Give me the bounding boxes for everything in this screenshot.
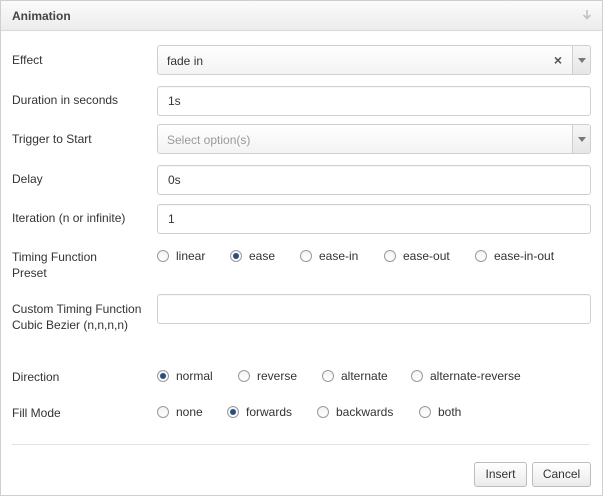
radio-label: none <box>176 405 203 419</box>
effect-select[interactable]: fade in × <box>157 45 591 75</box>
radio-dot <box>475 250 487 262</box>
radio-dot <box>384 250 396 262</box>
iteration-input[interactable] <box>157 204 591 234</box>
trigger-label: Trigger to Start <box>12 132 92 146</box>
radio-dot <box>419 406 431 418</box>
radio-dot <box>300 250 312 262</box>
dialog-title: Animation <box>12 9 71 23</box>
dialog-header: Animation <box>1 1 602 31</box>
radio-label: reverse <box>257 369 298 383</box>
radio-dot <box>238 370 250 382</box>
radio-dot <box>230 250 242 262</box>
radio-label: alternate <box>341 369 388 383</box>
trigger-placeholder: Select option(s) <box>167 133 251 147</box>
delay-input[interactable] <box>157 165 591 195</box>
insert-button[interactable]: Insert <box>474 462 527 487</box>
delay-label: Delay <box>12 172 43 186</box>
cancel-button[interactable]: Cancel <box>532 462 591 487</box>
fill-mode-label: Fill Mode <box>12 406 61 420</box>
radio-dot <box>411 370 423 382</box>
trigger-dropdown-toggle[interactable] <box>572 125 590 153</box>
effect-label: Effect <box>12 53 43 67</box>
radio-dot <box>317 406 329 418</box>
radio-label: linear <box>176 249 206 263</box>
radio-label: both <box>438 405 462 419</box>
custom-timing-label: Custom Timing Function Cubic Bezier (n,n… <box>12 302 142 332</box>
radio-label: ease-out <box>403 249 450 263</box>
iteration-label: Iteration (n or infinite) <box>12 211 126 225</box>
radio-dot <box>157 370 169 382</box>
chevron-down-icon <box>578 58 586 63</box>
duration-label: Duration in seconds <box>12 93 119 107</box>
timing-preset-label: Timing Function Preset <box>12 250 97 280</box>
animation-dialog: Animation Effect fade in × Duration in s… <box>0 0 603 496</box>
radio-dot <box>157 250 169 262</box>
radio-label: forwards <box>246 405 293 419</box>
radio-dot <box>227 406 239 418</box>
radio-dot <box>322 370 334 382</box>
clear-icon[interactable]: × <box>552 53 564 67</box>
radio-label: alternate-reverse <box>430 369 521 383</box>
duration-input[interactable] <box>157 86 591 116</box>
custom-timing-input[interactable] <box>157 294 591 324</box>
radio-label: ease <box>249 249 276 263</box>
footer-divider <box>12 444 590 445</box>
arrow-down-icon[interactable] <box>581 9 593 21</box>
radio-label: ease-in-out <box>494 249 555 263</box>
radio-dot <box>157 406 169 418</box>
direction-label: Direction <box>12 370 60 384</box>
trigger-select[interactable]: Select option(s) <box>157 124 591 154</box>
chevron-down-icon <box>578 137 586 142</box>
radio-label: backwards <box>336 405 394 419</box>
radio-label: ease-in <box>319 249 359 263</box>
effect-dropdown-toggle[interactable] <box>572 46 590 74</box>
effect-selected-value: fade in <box>167 54 204 68</box>
radio-label: normal <box>176 369 213 383</box>
